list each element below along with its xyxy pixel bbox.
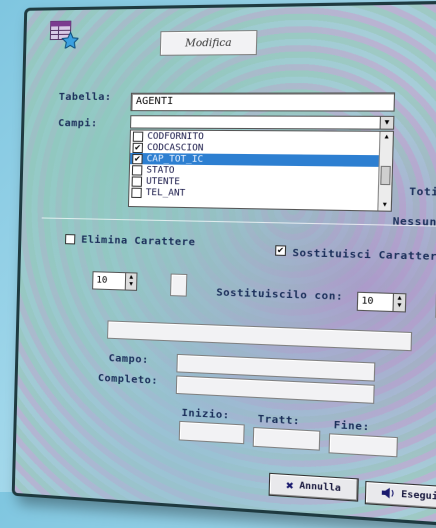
dialog-title: Modifica (160, 30, 258, 56)
campo-list-item[interactable]: TEL_ANT (129, 187, 391, 203)
campi-dropdown-bar[interactable]: ▼ (130, 115, 394, 129)
annulla-label: Annulla (299, 481, 341, 494)
esegui-button[interactable]: Esegui (365, 481, 436, 510)
campo-checkbox[interactable] (132, 165, 143, 175)
preview-bar (107, 320, 412, 351)
sostituisci-spinner[interactable]: 10 ▲▼ (357, 292, 407, 313)
chevron-down-icon[interactable]: ▼ (380, 117, 394, 129)
scroll-down-icon[interactable]: ▼ (378, 200, 391, 211)
tratto-label: Tratt: (258, 414, 301, 428)
campi-label: Campi: (58, 118, 98, 129)
tabella-select[interactable]: AGENTI (130, 92, 395, 111)
tabella-value: AGENTI (136, 96, 174, 107)
elimina-spinner-value: 10 (96, 275, 107, 285)
divider (42, 217, 436, 227)
annulla-button[interactable]: ✖ Annulla (269, 473, 359, 502)
sostituisci-checkbox[interactable]: ✔ (275, 245, 286, 256)
spinner-arrows-icon[interactable]: ▲▼ (125, 273, 137, 290)
elimina-checkbox[interactable] (65, 234, 75, 244)
elimina-spinner[interactable]: 10 ▲▼ (92, 271, 137, 291)
scroll-thumb[interactable] (380, 166, 391, 185)
list-scrollbar[interactable]: ▲ ▼ (377, 132, 393, 211)
campo-checkbox[interactable]: ✔ (132, 153, 143, 163)
inizio-field[interactable] (179, 421, 245, 444)
campo-label: Campo: (108, 353, 148, 366)
campo-list-label: STATO (146, 165, 174, 176)
inizio-label: Inizio: (181, 408, 229, 422)
campo-checkbox[interactable] (133, 131, 144, 141)
tabella-label: Tabella: (59, 92, 112, 103)
sostituisci-spinner-value: 10 (361, 296, 373, 307)
speaker-icon (382, 487, 396, 502)
sostituiscilo-label: Sostituiscilo con: (216, 287, 343, 303)
nessuno-link[interactable]: Nessuno (392, 216, 436, 229)
spinner-arrows-icon[interactable]: ▲▼ (392, 294, 405, 311)
sostituisci-label: Sostituisci Carattere (292, 248, 436, 264)
fine-label: Fine: (334, 420, 370, 434)
campo-checkbox[interactable]: ✔ (132, 142, 143, 152)
campo-list-label: CODFORNITO (147, 131, 204, 142)
toti-link[interactable]: Toti (409, 186, 436, 198)
elimina-char-box[interactable] (170, 274, 187, 297)
elimina-label: Elimina Carattere (81, 234, 195, 248)
campo-list-label: TEL_ANT (146, 187, 186, 198)
campo-list-label: CAP_TOT_IC (147, 154, 204, 165)
campo-checkbox[interactable] (131, 187, 142, 197)
tratto-field[interactable] (253, 427, 321, 451)
modifica-dialog: Modifica Tabella: AGENTI Campi: ▼ CODFOR… (12, 0, 436, 528)
table-star-icon (48, 18, 79, 49)
completo-label: Completo: (98, 373, 159, 387)
campi-list[interactable]: CODFORNITO ✔ CODCASCION ✔ CAP_TOT_ICSTATOUTE… (128, 130, 394, 212)
scroll-up-icon[interactable]: ▲ (380, 132, 393, 143)
campo-list-label: UTENTE (146, 176, 180, 187)
campi-list-items: CODFORNITO ✔ CODCASCION ✔ CAP_TOT_ICSTATOUTE… (129, 131, 393, 203)
x-icon: ✖ (286, 478, 294, 493)
campo-list-label: CODCASCION (147, 142, 204, 153)
campo-checkbox[interactable] (132, 176, 143, 186)
fine-field[interactable] (329, 433, 398, 457)
